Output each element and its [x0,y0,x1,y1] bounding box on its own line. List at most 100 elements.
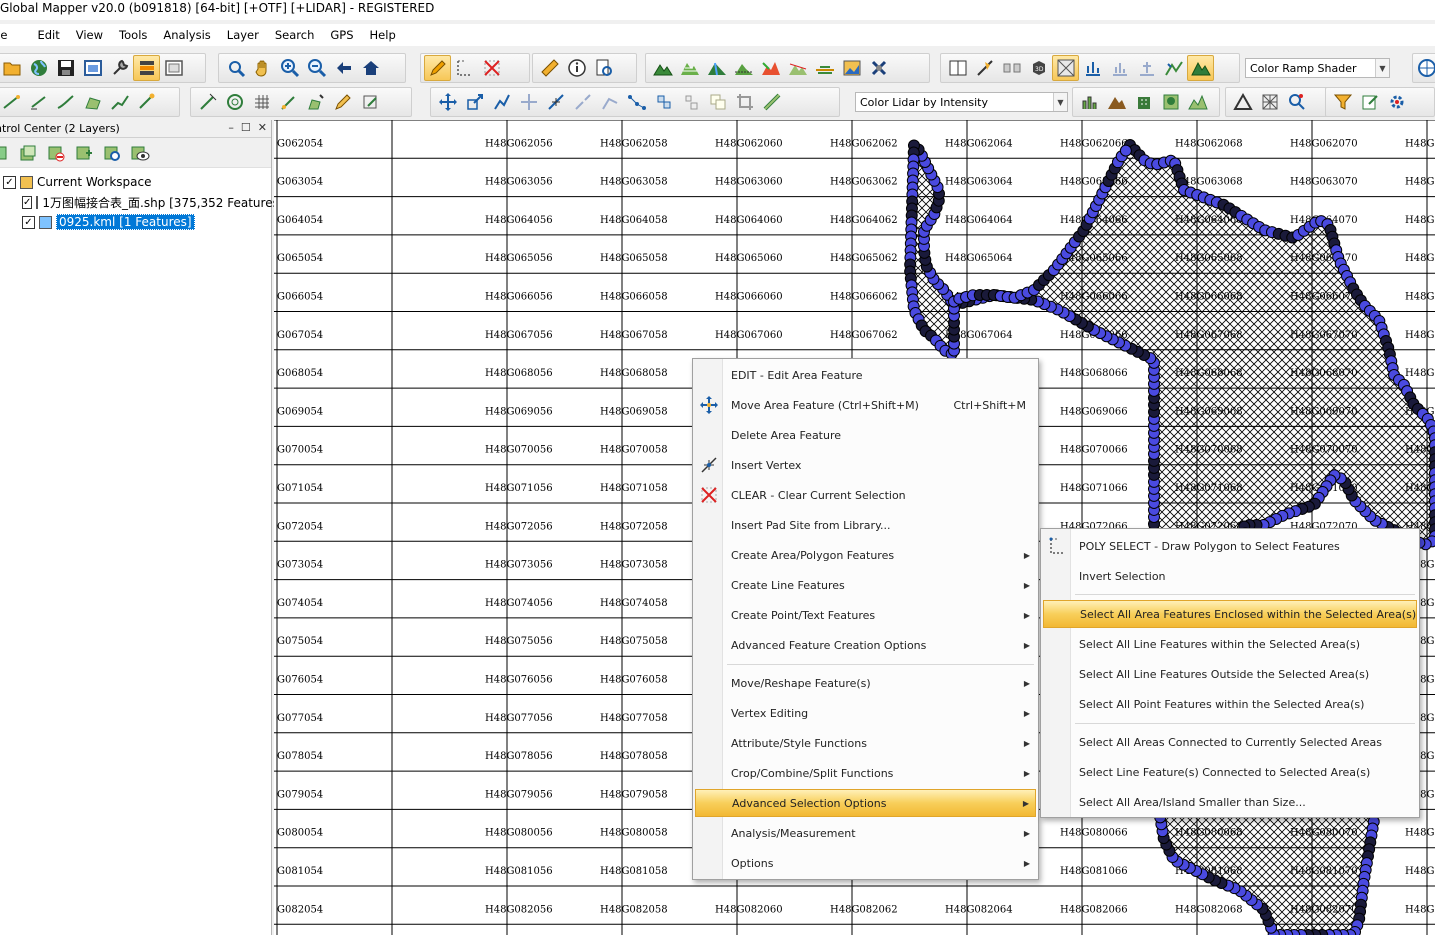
menu-attribute-style[interactable]: Attribute/Style Functions ▶ [695,729,1036,757]
menu-select-point-within[interactable]: Select All Point Features within the Sel… [1043,690,1417,718]
viewshed-icon[interactable] [757,55,784,81]
menu-analysis-measurement[interactable]: Analysis/Measurement ▶ [695,819,1036,847]
menu-advanced-selection-options[interactable]: Advanced Selection Options ▶ [695,789,1036,817]
layer-options-icon[interactable] [74,143,94,163]
home-icon[interactable] [357,55,384,81]
info-icon[interactable] [563,55,590,81]
create-line-icon[interactable] [0,89,25,115]
shader-mountain-icon[interactable] [1187,55,1214,81]
menu-file[interactable]: ile [0,28,15,42]
lidar-ground-icon[interactable] [1184,89,1211,115]
split-view-icon[interactable] [944,55,971,81]
lidar-mountain-icon[interactable] [1103,89,1130,115]
terrain-icon[interactable] [649,55,676,81]
menu-insert-vertex[interactable]: Insert Vertex [695,451,1036,479]
digitizer-pencil-icon[interactable] [424,55,451,81]
create-line-2-icon[interactable] [25,89,52,115]
menu-select-areas-connected[interactable]: Select All Areas Connected to Currently … [1043,728,1417,756]
menu-edit[interactable]: Edit [29,28,67,42]
save-icon[interactable] [52,55,79,81]
edit-vertex-icon[interactable] [356,89,383,115]
menu-select-line-connected[interactable]: Select Line Feature(s) Connected to Sele… [1043,758,1417,786]
clear-selection-icon[interactable] [478,55,505,81]
layer-up-icon[interactable] [0,143,10,163]
pan-hand-icon[interactable] [249,55,276,81]
close-icon[interactable]: ✕ [258,121,267,134]
lidar-extract-icon[interactable] [1160,55,1187,81]
rotate-icon[interactable] [650,89,677,115]
menu-crop-combine-split[interactable]: Crop/Combine/Split Functions ▶ [695,759,1036,787]
vertex-move-icon[interactable] [488,89,515,115]
insert-vertex-icon[interactable] [542,89,569,115]
range-ring-icon[interactable] [221,89,248,115]
reshape-icon[interactable] [461,89,488,115]
split-line-icon[interactable] [569,89,596,115]
layer-item[interactable]: ✓ 1万图幅接合表_面.shp [375,352 Features] [0,192,284,212]
lidar-filter-icon[interactable] [1133,55,1160,81]
line-of-sight-icon[interactable] [784,55,811,81]
lidar-profile-icon[interactable] [1079,55,1106,81]
menu-select-line-within[interactable]: Select All Line Features within the Sele… [1043,630,1417,658]
window-icon[interactable] [79,55,106,81]
vertex-points-icon[interactable] [623,89,650,115]
create-path-icon[interactable] [106,89,133,115]
cut-fill-icon[interactable] [811,55,838,81]
copy-feature-icon[interactable] [704,89,731,115]
control-center-icon[interactable] [133,55,160,81]
menu-search[interactable]: Search [267,28,323,42]
volume-icon[interactable] [730,55,757,81]
menu-invert-selection[interactable]: Invert Selection [1043,562,1417,590]
move-icon[interactable] [434,89,461,115]
back-arrow-icon[interactable] [330,55,357,81]
menu-vertex-editing[interactable]: Vertex Editing ▶ [695,699,1036,727]
zoom-out-icon[interactable] [303,55,330,81]
vertex-drag-icon[interactable] [515,89,542,115]
lidar-search-icon[interactable] [1283,89,1310,115]
zoom-in-icon[interactable] [276,55,303,81]
measure-tool-icon[interactable] [758,89,785,115]
scale-icon[interactable] [677,89,704,115]
workspace-node[interactable]: ✓ Current Workspace [0,172,271,192]
menu-select-area-enclosed[interactable]: Select All Area Features Enclosed within… [1043,600,1417,628]
zoom-select-icon[interactable] [222,55,249,81]
menu-insert-pad-site[interactable]: Insert Pad Site from Library... [695,511,1036,539]
settings-gear-icon[interactable] [1383,89,1410,115]
edit-selected-icon[interactable] [1356,89,1383,115]
layer-checkbox[interactable]: ✓ [22,195,33,209]
menu-select-line-outside[interactable]: Select All Line Features Outside the Sel… [1043,660,1417,688]
triangle-icon[interactable] [1229,89,1256,115]
join-icon[interactable] [596,89,623,115]
menu-move-area-feature[interactable]: Move Area Feature (Ctrl+Shift+M) Ctrl+Sh… [695,391,1036,419]
grid-create-icon[interactable] [248,89,275,115]
shader-combo[interactable]: Color Ramp Shader ▼ [1245,58,1390,78]
ruler-icon[interactable] [536,55,563,81]
menu-advanced-feature-creation[interactable]: Advanced Feature Creation Options ▶ [695,631,1036,659]
create-area-icon[interactable] [79,89,106,115]
watershed-icon[interactable] [703,55,730,81]
menu-layer[interactable]: Layer [219,28,267,42]
crop-icon[interactable] [731,89,758,115]
path-profile-icon[interactable] [971,55,998,81]
3d-view-icon[interactable] [998,55,1025,81]
layer-item[interactable]: ✓ 0925.kml [1 Features] [0,212,271,232]
menu-options[interactable]: Options ▶ [695,849,1036,877]
menu-edit-area-feature[interactable]: EDIT - Edit Area Feature [695,361,1036,389]
menu-delete-area-feature[interactable]: Delete Area Feature [695,421,1036,449]
contour-icon[interactable] [676,55,703,81]
open-folder-icon[interactable] [0,55,25,81]
menu-create-point-features[interactable]: Create Point/Text Features ▶ [695,601,1036,629]
lidar-tree-icon[interactable] [1157,89,1184,115]
add-layer-icon[interactable] [18,143,38,163]
lidar-building-icon[interactable] [1130,89,1157,115]
eye-icon[interactable] [130,143,150,163]
lidar-grid-icon[interactable] [1256,89,1283,115]
remove-layer-icon[interactable] [46,143,66,163]
menu-create-line-features[interactable]: Create Line Features ▶ [695,571,1036,599]
menu-clear-selection[interactable]: CLEAR - Clear Current Selection [695,481,1036,509]
menu-poly-select[interactable]: POLY SELECT - Draw Polygon to Select Fea… [1043,532,1417,560]
wrench-icon[interactable] [106,55,133,81]
zoom-to-layer-icon[interactable] [102,143,122,163]
lidar-chart-icon[interactable] [1076,89,1103,115]
menu-analysis[interactable]: Analysis [155,28,218,42]
workspace-checkbox[interactable]: ✓ [3,175,16,189]
